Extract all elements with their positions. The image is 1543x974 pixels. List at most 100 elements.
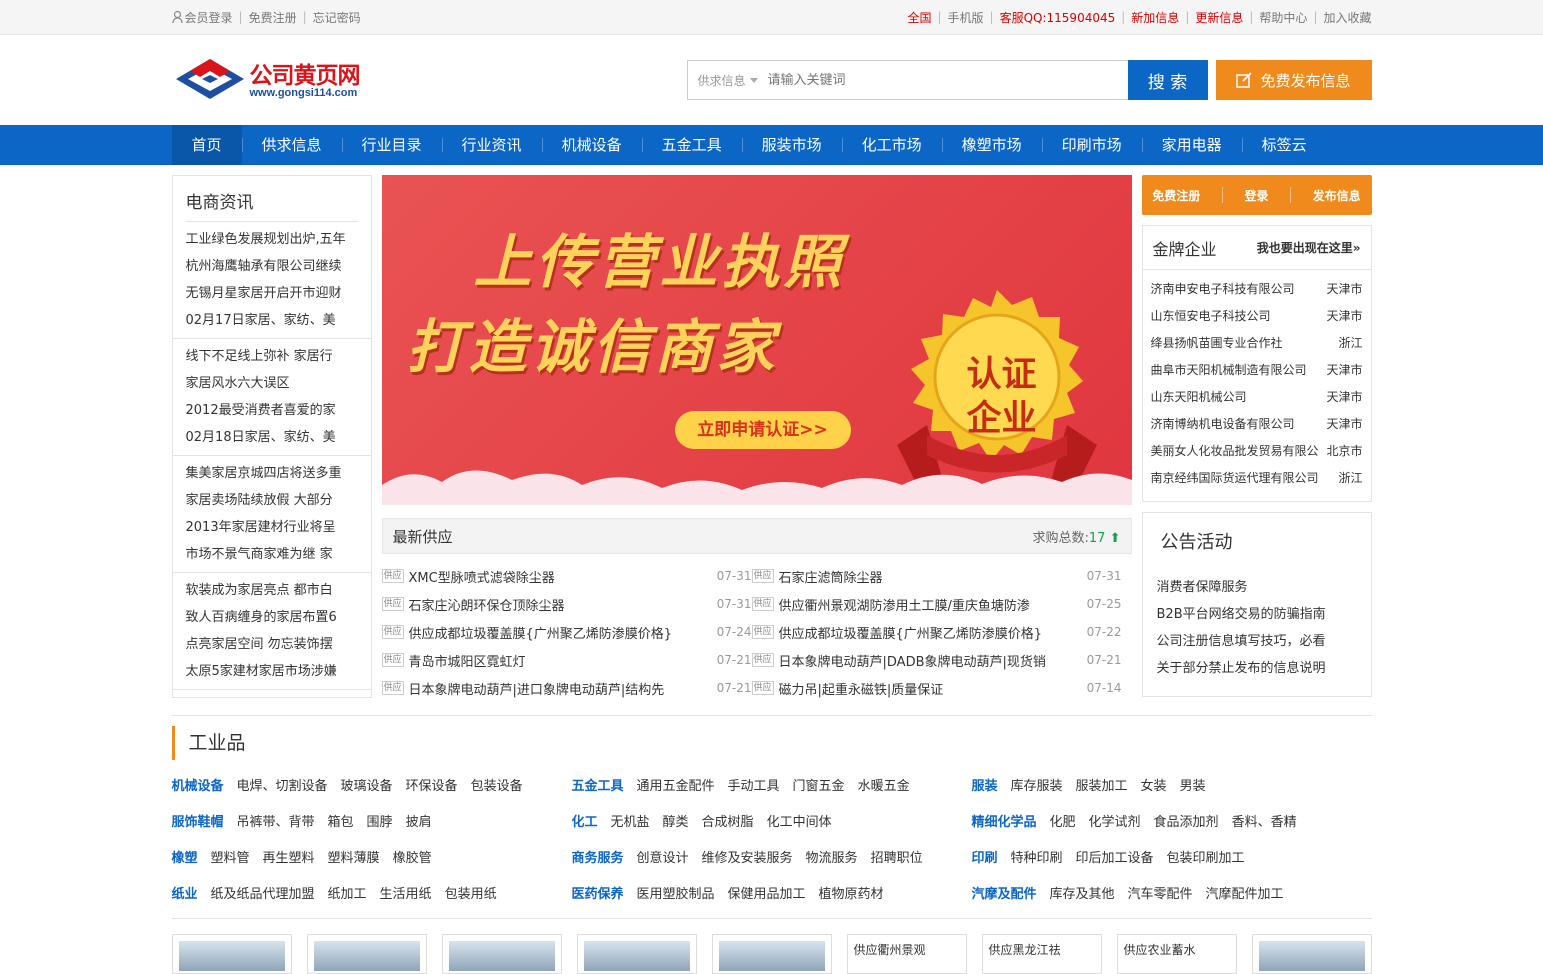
category-sub-link[interactable]: 环保设备 <box>406 775 458 794</box>
news-link[interactable]: 2013年家居建材行业将呈 <box>186 514 358 541</box>
category-sub-link[interactable]: 通用五金配件 <box>637 775 715 794</box>
category-sub-link[interactable]: 纸加工 <box>328 883 367 902</box>
supply-item[interactable]: 供应 日本象牌电动葫芦|DADB象牌电动葫芦|现货销 07-21 <box>751 646 1122 674</box>
category-sub-link[interactable]: 汽车零配件 <box>1128 883 1193 902</box>
help-center-link[interactable]: 帮助中心 <box>1259 9 1307 26</box>
product-thumbnail[interactable]: 供应衢州景观 <box>846 934 967 974</box>
gold-company-item[interactable]: 山东天阳机械公司 天津市 <box>1151 384 1363 411</box>
category-main-link[interactable]: 机械设备 <box>172 775 224 794</box>
certification-banner[interactable]: 上传营业执照 打造诚信商家 立即申请认证>> 认证企业 <box>381 175 1132 505</box>
news-link[interactable]: 02月18日家居、家纺、美 <box>186 424 358 451</box>
category-sub-link[interactable]: 香料、香精 <box>1232 811 1297 830</box>
apply-certification-button[interactable]: 立即申请认证>> <box>674 411 851 449</box>
category-sub-link[interactable]: 医用塑胶制品 <box>637 883 715 902</box>
login-button[interactable]: 登录 <box>1244 187 1268 204</box>
nav-item[interactable]: 五金工具 <box>641 125 742 165</box>
gold-company-item[interactable]: 绛县扬帆苗圃专业合作社 浙江 <box>1151 330 1363 357</box>
category-main-link[interactable]: 商务服务 <box>572 847 624 866</box>
forgot-password-link[interactable]: 忘记密码 <box>313 9 361 26</box>
category-sub-link[interactable]: 特种印刷 <box>1011 847 1063 866</box>
category-sub-link[interactable]: 汽摩配件加工 <box>1206 883 1284 902</box>
nav-item[interactable]: 行业资讯 <box>441 125 542 165</box>
category-main-link[interactable]: 橡塑 <box>172 847 198 866</box>
supply-item[interactable]: 供应 供应成都垃圾覆盖膜{广州聚乙烯防渗膜价格} 07-22 <box>751 618 1122 646</box>
category-sub-link[interactable]: 门窗五金 <box>793 775 845 794</box>
category-sub-link[interactable]: 印后加工设备 <box>1076 847 1154 866</box>
gold-company-item[interactable]: 南京经纬国际货运代理有限公司 浙江 <box>1151 465 1363 492</box>
nav-item[interactable]: 橡塑市场 <box>941 125 1042 165</box>
news-link[interactable]: 线下不足线上弥补 家居行 <box>186 343 358 370</box>
nav-item[interactable]: 家用电器 <box>1141 125 1242 165</box>
news-link[interactable]: 2012最受消费者喜爱的家 <box>186 397 358 424</box>
category-sub-link[interactable]: 橡胶管 <box>393 847 432 866</box>
category-sub-link[interactable]: 披肩 <box>406 811 432 830</box>
site-logo[interactable]: 公司黄页网 www.gongsi114.com <box>174 57 374 105</box>
notice-link[interactable]: 关于部分禁止发布的信息说明 <box>1157 655 1357 682</box>
category-sub-link[interactable]: 库存及其他 <box>1050 883 1115 902</box>
company-name[interactable]: 曲阜市天阳机械制造有限公司 <box>1151 357 1307 384</box>
news-link[interactable]: 工业绿色发展规划出炉,五年 <box>186 226 358 253</box>
search-category-select[interactable]: 供求信息 <box>688 72 768 89</box>
nav-item[interactable]: 化工市场 <box>841 125 942 165</box>
category-main-link[interactable]: 印刷 <box>972 847 998 866</box>
category-main-link[interactable]: 化工 <box>572 811 598 830</box>
updated-info-link[interactable]: 更新信息 <box>1195 9 1243 26</box>
category-sub-link[interactable]: 化学试剂 <box>1089 811 1141 830</box>
supply-item-title[interactable]: 青岛市城阳区霓虹灯 <box>409 651 714 670</box>
company-name[interactable]: 济南博纳机电设备有限公司 <box>1151 411 1295 438</box>
nav-item[interactable]: 首页 <box>171 125 242 165</box>
company-name[interactable]: 南京经纬国际货运代理有限公司 <box>1151 465 1319 492</box>
category-sub-link[interactable]: 生活用纸 <box>380 883 432 902</box>
news-link[interactable]: 02月17日家居、家纺、美 <box>186 307 358 334</box>
gold-company-item[interactable]: 济南博纳机电设备有限公司 天津市 <box>1151 411 1363 438</box>
supply-item-title[interactable]: 供应成都垃圾覆盖膜{广州聚乙烯防渗膜价格} <box>779 623 1077 642</box>
category-sub-link[interactable]: 手动工具 <box>728 775 780 794</box>
category-sub-link[interactable]: 再生塑料 <box>263 847 315 866</box>
category-sub-link[interactable]: 招聘职位 <box>871 847 923 866</box>
category-sub-link[interactable]: 创意设计 <box>637 847 689 866</box>
category-sub-link[interactable]: 塑料薄膜 <box>328 847 380 866</box>
publish-info-button[interactable]: 发布信息 <box>1313 187 1361 204</box>
product-thumbnail[interactable] <box>1251 934 1372 974</box>
category-sub-link[interactable]: 保健用品加工 <box>728 883 806 902</box>
category-sub-link[interactable]: 维修及安装服务 <box>702 847 793 866</box>
news-link[interactable]: 致人百病缠身的家居布置6 <box>186 604 358 631</box>
supply-item-title[interactable]: 日本象牌电动葫芦|进口象牌电动葫芦|结构先 <box>409 679 714 698</box>
register-button[interactable]: 免费注册 <box>1152 187 1200 204</box>
category-sub-link[interactable]: 包装设备 <box>471 775 523 794</box>
supply-item-title[interactable]: XMC型脉喷式滤袋除尘器 <box>409 567 714 586</box>
category-sub-link[interactable]: 围脖 <box>367 811 393 830</box>
category-sub-link[interactable]: 玻璃设备 <box>341 775 393 794</box>
gold-company-item[interactable]: 美丽女人化妆品批发贸易有限公 北京市 <box>1151 438 1363 465</box>
supply-item[interactable]: 供应 石家庄沁朗环保仓顶除尘器 07-31 <box>381 590 752 618</box>
supply-item-title[interactable]: 日本象牌电动葫芦|DADB象牌电动葫芦|现货销 <box>779 651 1077 670</box>
supply-item-title[interactable]: 供应成都垃圾覆盖膜{广州聚乙烯防渗膜价格} <box>409 623 714 642</box>
product-thumbnail[interactable]: 供应农业蓄水 <box>1116 934 1237 974</box>
category-sub-link[interactable]: 化工中间体 <box>767 811 832 830</box>
company-name[interactable]: 山东恒安电子科技公司 <box>1151 303 1271 330</box>
search-input[interactable] <box>767 62 1129 98</box>
news-link[interactable]: 软装成为家居亮点 都市白 <box>186 577 358 604</box>
product-thumbnail[interactable] <box>711 934 832 974</box>
news-link[interactable]: 点亮家居空间 勿忘装饰摆 <box>186 631 358 658</box>
category-sub-link[interactable]: 塑料管 <box>211 847 250 866</box>
free-publish-button[interactable]: 免费发布信息 <box>1215 60 1372 100</box>
nav-item[interactable]: 标签云 <box>1241 125 1327 165</box>
news-link[interactable]: 无锡月星家居开启开市迎财 <box>186 280 358 307</box>
company-name[interactable]: 绛县扬帆苗圃专业合作社 <box>1151 330 1283 357</box>
notice-link[interactable]: B2B平台网络交易的防骗指南 <box>1157 601 1357 628</box>
category-sub-link[interactable]: 纸及纸品代理加盟 <box>211 883 315 902</box>
company-name[interactable]: 山东天阳机械公司 <box>1151 384 1247 411</box>
category-sub-link[interactable]: 植物原药材 <box>819 883 884 902</box>
product-thumbnail[interactable] <box>306 934 427 974</box>
supply-item[interactable]: 供应 石家庄滤筒除尘器 07-31 <box>751 562 1122 590</box>
supply-item[interactable]: 供应 供应成都垃圾覆盖膜{广州聚乙烯防渗膜价格} 07-24 <box>381 618 752 646</box>
category-sub-link[interactable]: 女装 <box>1141 775 1167 794</box>
category-sub-link[interactable]: 服装加工 <box>1076 775 1128 794</box>
news-link[interactable]: 家居风水六大误区 <box>186 370 358 397</box>
category-main-link[interactable]: 服饰鞋帽 <box>172 811 224 830</box>
category-main-link[interactable]: 五金工具 <box>572 775 624 794</box>
supply-item[interactable]: 供应 日本象牌电动葫芦|进口象牌电动葫芦|结构先 07-21 <box>381 674 752 702</box>
category-sub-link[interactable]: 醇类 <box>663 811 689 830</box>
region-link[interactable]: 全国 <box>907 9 931 26</box>
